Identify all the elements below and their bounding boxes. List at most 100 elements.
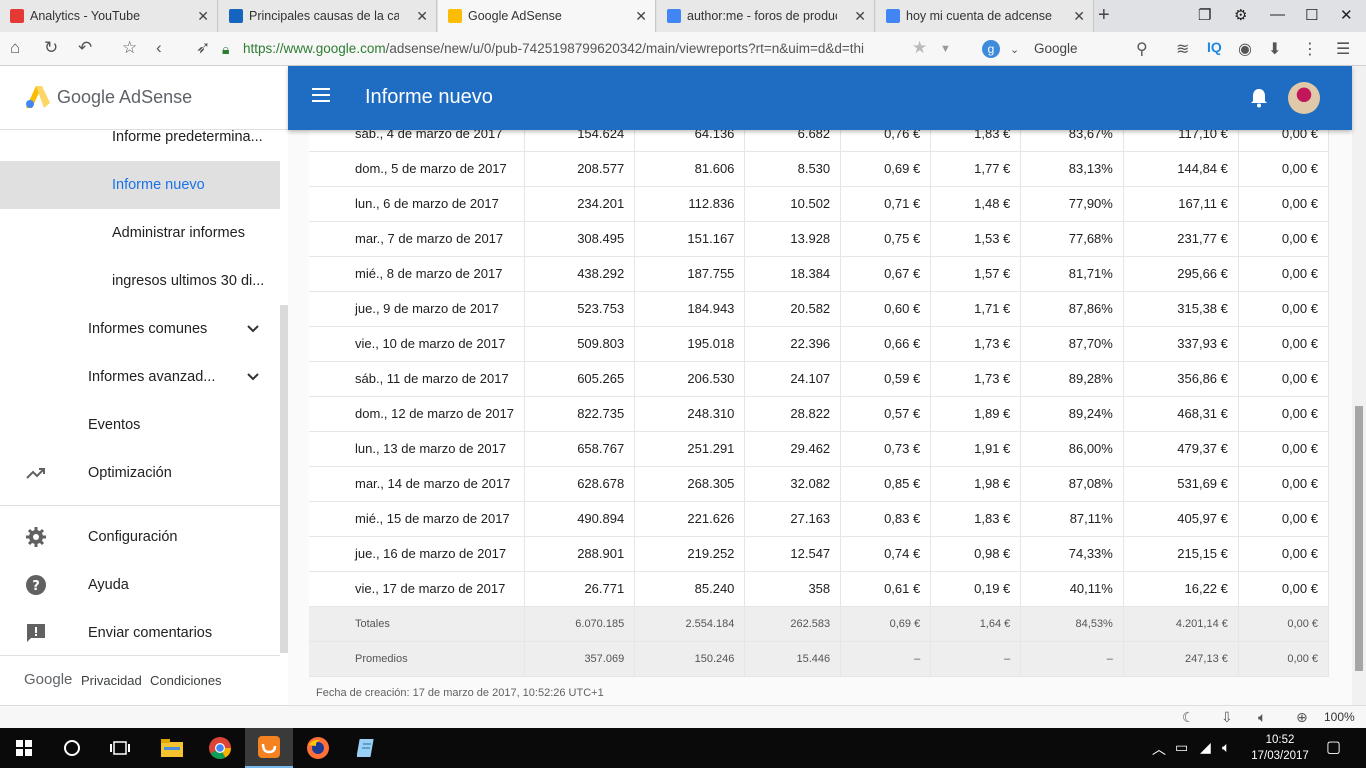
chrome-icon xyxy=(209,737,231,759)
home-icon[interactable]: ⌂ xyxy=(10,38,20,58)
wifi-icon[interactable]: ≋ xyxy=(1176,39,1189,59)
action-center-icon[interactable]: ▢ xyxy=(1326,737,1341,757)
volume-icon[interactable]: 🔈︎ xyxy=(1258,709,1266,726)
show-hidden-icons[interactable]: ︿ xyxy=(1152,739,1166,759)
tab-analytics-youtube[interactable]: Analytics - YouTube ✕ xyxy=(0,0,218,32)
table-row: sáb., 11 de marzo de 2017 605.265 206.530 2… xyxy=(309,361,1330,397)
totals-row: Totales 6.070.185 2.554.184 262.583 0,69 €1,… xyxy=(309,606,1330,642)
tab-author-me-foros[interactable]: author:me - foros de productos ✕ xyxy=(657,0,875,32)
sidebar-item-optimizacion[interactable]: Optimización xyxy=(0,449,280,497)
sidebar-item-eventos[interactable]: Eventos xyxy=(0,401,280,449)
close-window-icon[interactable]: ✕ xyxy=(1340,6,1353,24)
back-icon[interactable]: ‹ xyxy=(156,38,162,58)
maximize-icon[interactable]: ☐ xyxy=(1305,6,1318,24)
tab-principales-causas[interactable]: Principales causas de la caída d ✕ xyxy=(219,0,437,32)
close-tab-icon[interactable]: ✕ xyxy=(416,8,428,25)
reload-icon[interactable]: ↻ xyxy=(44,38,58,58)
zoom-level[interactable]: 100% xyxy=(1324,710,1355,724)
metric-cell: 490.894 xyxy=(524,501,636,537)
sidebar-item-administrar-informes[interactable]: Administrar informes xyxy=(0,209,280,257)
scrollbar-thumb[interactable] xyxy=(1355,406,1363,671)
minimize-icon[interactable]: — xyxy=(1270,6,1285,23)
url-input[interactable]: https://www.google.com/adsense/new/u/0/p… xyxy=(243,41,908,56)
download-icon[interactable]: ⬇ xyxy=(1268,39,1281,59)
sidebar-item-ayuda[interactable]: ? Ayuda xyxy=(0,561,280,609)
metric-cell: 187.755 xyxy=(634,256,746,292)
chrome-button[interactable] xyxy=(196,728,244,768)
favorite-star-icon[interactable]: ★ xyxy=(912,38,927,58)
search-icon[interactable]: ⚲ xyxy=(1136,39,1148,59)
metric-cell: 20.582 xyxy=(744,291,842,327)
sidebar-item-label: Informe predetermina... xyxy=(112,129,263,145)
file-explorer-button[interactable] xyxy=(148,728,196,768)
new-tab-icon[interactable]: + xyxy=(1098,4,1110,27)
sidebar-item-configuracion[interactable]: Configuración xyxy=(0,513,280,561)
sidebar-item-ingresos-ultimos-30[interactable]: ingresos ultimos 30 di... xyxy=(0,257,280,305)
sidebar-scrollbar[interactable] xyxy=(280,305,288,653)
search-input[interactable]: Google xyxy=(1034,41,1078,56)
more-vert-icon[interactable]: ⋮ xyxy=(1302,39,1318,59)
page-scrollbar[interactable] xyxy=(1352,66,1366,706)
tab-hoy-mi-cuenta[interactable]: hoy mi cuenta de adcense me ✕ xyxy=(876,0,1094,32)
metric-cell: 77,90% xyxy=(1020,186,1124,222)
download-status-icon[interactable]: ⇩ xyxy=(1221,709,1233,726)
terms-link[interactable]: Condiciones xyxy=(150,673,222,688)
extensions-icon[interactable]: ⚙ xyxy=(1234,6,1247,24)
task-view-button[interactable] xyxy=(96,728,144,768)
table-row: lun., 6 de marzo de 2017 234.201 112.836 10… xyxy=(309,186,1330,222)
metric-cell: 357.069 xyxy=(524,641,636,677)
close-tab-icon[interactable]: ✕ xyxy=(854,8,866,25)
menu-icon[interactable]: ☰ xyxy=(1336,39,1350,59)
url-dropdown-icon[interactable]: ▼ xyxy=(940,43,951,55)
firefox-button[interactable] xyxy=(294,728,342,768)
network-icon[interactable]: ◢ xyxy=(1200,739,1211,756)
rocket-icon[interactable]: ➶ xyxy=(196,38,210,58)
undo-icon[interactable]: ↶ xyxy=(78,38,92,58)
notifications-bell-icon[interactable] xyxy=(1250,88,1268,108)
tab-google-adsense[interactable]: Google AdSense ✕ xyxy=(438,0,656,32)
metric-cell: 87,70% xyxy=(1020,326,1124,362)
start-button[interactable] xyxy=(0,728,48,768)
sidebar-item-informe-predeterminado[interactable]: Informe predetermina... xyxy=(0,113,280,161)
taskbar-clock[interactable]: 10:52 17/03/2017 xyxy=(1250,732,1310,764)
search-engine-badge[interactable]: g xyxy=(982,40,1000,58)
sidebar-item-informes-avanzados[interactable]: Informes avanzad... xyxy=(0,353,280,401)
speaker-icon[interactable]: 🔈︎ xyxy=(1222,739,1230,756)
bookmark-star-icon[interactable]: ☆ xyxy=(122,38,137,58)
metric-cell: 0,60 € xyxy=(840,291,932,327)
table-row: jue., 9 de marzo de 2017 523.753 184.943 20… xyxy=(309,291,1330,327)
sidebar-item-informes-comunes[interactable]: Informes comunes xyxy=(0,305,280,353)
metric-cell: 2.554.184 xyxy=(634,606,746,642)
tab-list-icon[interactable]: ❐ xyxy=(1198,6,1211,24)
metric-cell: 0,57 € xyxy=(840,396,932,432)
sidebar-item-enviar-comentarios[interactable]: Enviar comentarios xyxy=(0,609,280,657)
metric-cell: 0,00 € xyxy=(1238,256,1330,292)
account-avatar[interactable] xyxy=(1288,82,1320,114)
close-tab-icon[interactable]: ✕ xyxy=(1073,8,1085,25)
battery-icon[interactable]: ▭ xyxy=(1175,739,1188,756)
metric-cell: 822.735 xyxy=(524,396,636,432)
sidebar-footer: Google Privacidad Condiciones xyxy=(0,656,280,704)
privacy-link[interactable]: Privacidad xyxy=(81,673,142,688)
night-mode-icon[interactable]: ☾ xyxy=(1182,709,1195,726)
zoom-icon[interactable]: ⊕ xyxy=(1296,709,1308,726)
iq-icon[interactable]: IQ xyxy=(1207,39,1222,55)
uc-browser-button[interactable] xyxy=(245,728,293,768)
metric-cell: – xyxy=(1020,641,1124,677)
close-tab-icon[interactable]: ✕ xyxy=(197,8,209,25)
metric-cell: 89,28% xyxy=(1020,361,1124,397)
notepad-button[interactable] xyxy=(343,728,391,768)
table-row: vie., 17 de marzo de 2017 26.771 85.240 358… xyxy=(309,571,1330,607)
adsense-logo-icon xyxy=(26,86,50,108)
sidebar-item-informe-nuevo[interactable]: Informe nuevo xyxy=(0,161,280,209)
hamburger-menu-icon[interactable] xyxy=(312,88,330,102)
metric-cell: 0,67 € xyxy=(840,256,932,292)
metric-cell: 468,31 € xyxy=(1123,396,1239,432)
film-icon[interactable]: ◉ xyxy=(1238,39,1252,59)
metric-cell: 18.384 xyxy=(744,256,842,292)
row-label-cell: mar., 7 de marzo de 2017 xyxy=(309,221,525,257)
close-tab-icon[interactable]: ✕ xyxy=(635,8,647,25)
sidebar-item-label: Informes comunes xyxy=(88,321,208,337)
search-engine-dropdown-icon[interactable]: ⌄ xyxy=(1010,43,1019,56)
search-button[interactable] xyxy=(48,728,96,768)
